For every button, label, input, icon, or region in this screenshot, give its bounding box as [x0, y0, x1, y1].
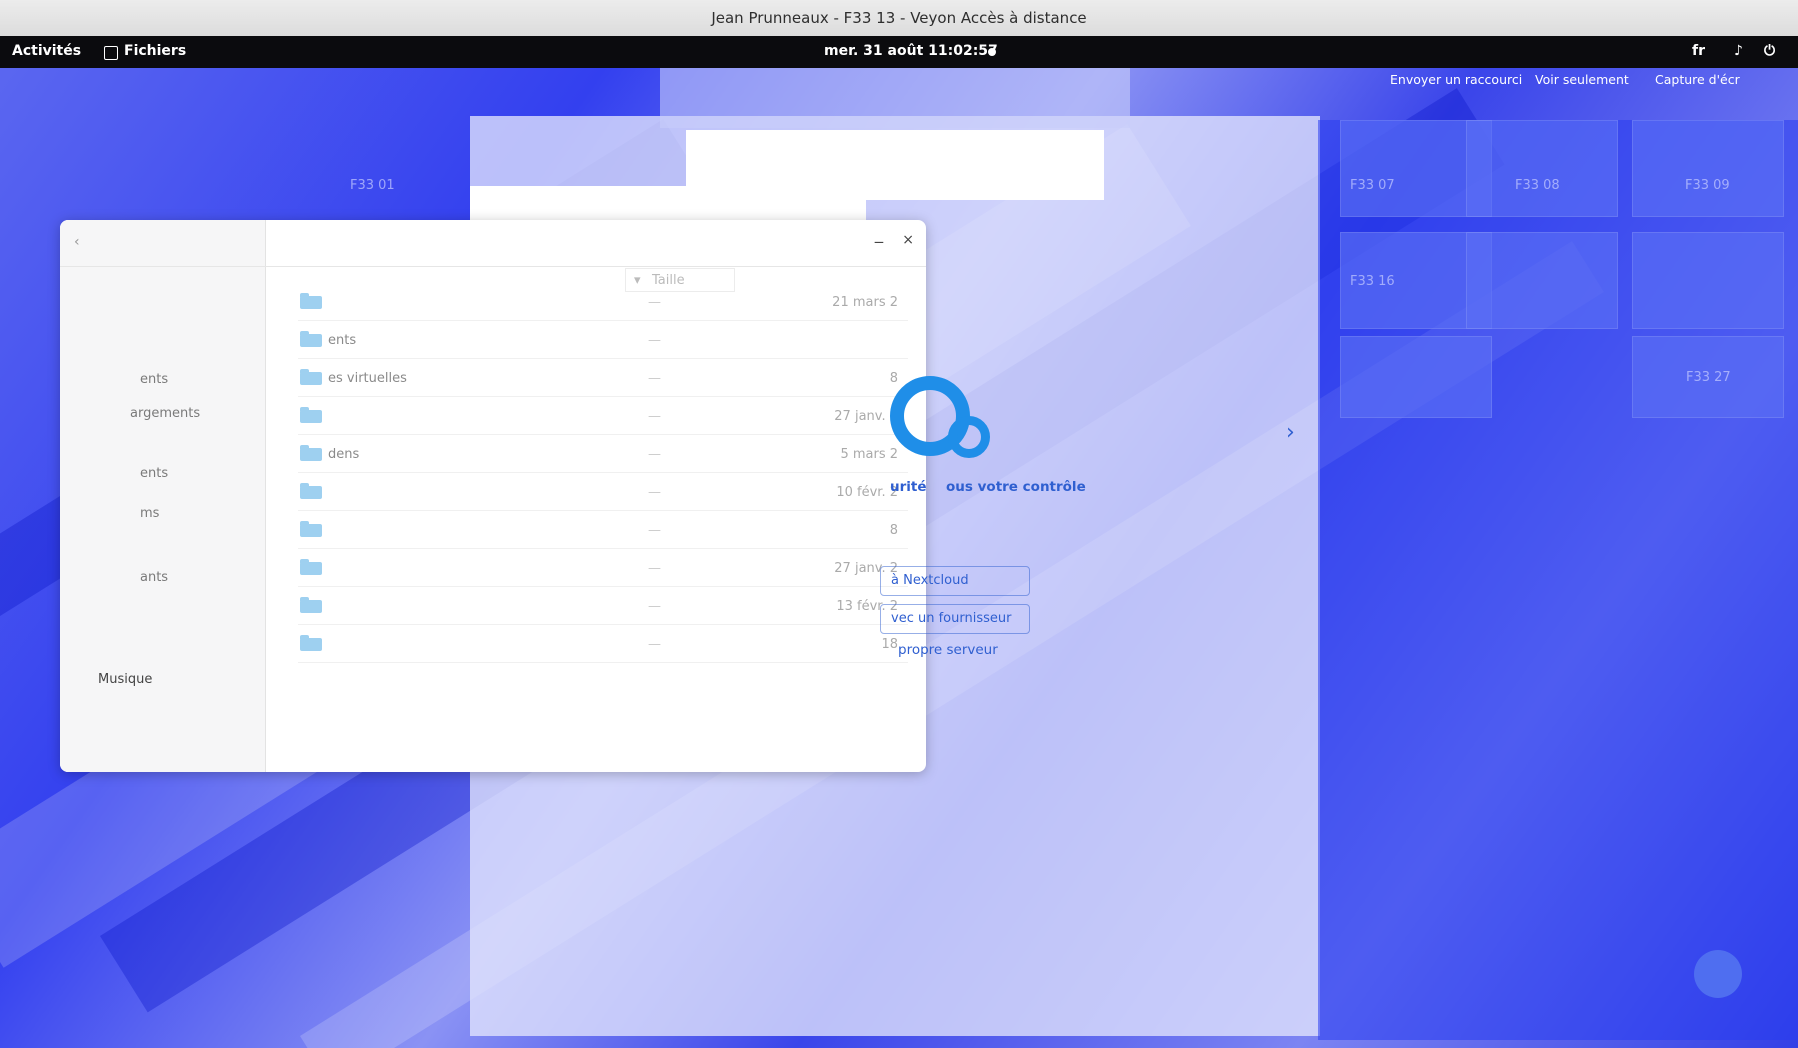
file-row[interactable]: — 27 janv. 2 [298, 400, 908, 435]
remote-window-header [660, 68, 1130, 128]
file-row[interactable]: ents — [298, 324, 908, 359]
folder-icon [300, 293, 322, 309]
computer-tile[interactable] [1466, 120, 1618, 217]
file-row[interactable]: —8 [298, 514, 908, 549]
nextcloud-tagline: urité [890, 479, 927, 495]
sidebar-item[interactable]: ents [140, 466, 168, 481]
sidebar-item-music[interactable]: Musique [98, 672, 152, 687]
chevron-right-icon[interactable]: › [1286, 420, 1295, 445]
nextcloud-tagline: ous votre contrôle [946, 479, 1086, 495]
folder-icon [300, 597, 322, 613]
folder-icon [300, 445, 322, 461]
file-size: — [648, 295, 661, 310]
menu-icon[interactable]: ‒ [874, 232, 884, 251]
login-nextcloud-button[interactable]: à Nextcloud [880, 566, 1030, 596]
nextcloud-logo-icon [948, 416, 990, 458]
app-menu[interactable]: Fichiers [124, 43, 186, 59]
folder-icon [300, 369, 322, 385]
file-row[interactable]: es virtuelles — 8 [298, 362, 908, 397]
sidebar-item[interactable]: ms [140, 506, 159, 521]
file-size: — [648, 447, 661, 462]
computer-tile[interactable] [1632, 232, 1784, 329]
file-size: — [648, 523, 661, 538]
file-date: 8 [889, 523, 898, 538]
file-name: es virtuelles [328, 371, 407, 386]
keyboard-layout[interactable]: fr [1692, 43, 1705, 59]
computer-tile[interactable] [1632, 120, 1784, 217]
provider-button[interactable]: vec un fournisseur [880, 604, 1030, 634]
file-row[interactable]: — 21 mars 2 [298, 286, 908, 321]
file-row[interactable]: — 10 févr. 2 [298, 476, 908, 511]
file-size: — [648, 371, 661, 386]
gnome-top-bar: Activités Fichiers mer. 31 août 11:02:57… [0, 36, 1798, 68]
fedora-logo-icon [1694, 950, 1742, 998]
folder-icon [300, 635, 322, 651]
file-name: dens [328, 447, 360, 462]
file-date: 5 mars 2 [840, 447, 898, 462]
remote-screen[interactable]: F33 01 F33 07 F33 08 F33 09 F33 16 F33 2… [0, 36, 1798, 1048]
folder-icon [300, 521, 322, 537]
file-row[interactable]: —27 janv. 2 [298, 552, 908, 587]
window-title-bar: Jean Prunneaux - F33 13 - Veyon Accès à … [0, 0, 1798, 37]
computer-label: F33 09 [1685, 178, 1730, 193]
send-shortcut-button[interactable]: Envoyer un raccourci [1390, 72, 1522, 87]
files-app-icon [104, 46, 118, 60]
file-row[interactable]: — 18 [298, 628, 908, 663]
own-server-link[interactable]: propre serveur [898, 642, 998, 658]
sidebar-item[interactable]: argements [130, 406, 200, 421]
power-icon[interactable]: ⏻ [1764, 43, 1775, 59]
file-date: 10 févr. 2 [836, 485, 898, 500]
folder-icon [300, 331, 322, 347]
computer-tile[interactable] [1340, 336, 1492, 418]
folder-icon [300, 407, 322, 423]
file-size: — [648, 333, 661, 348]
computer-label: F33 16 [1350, 274, 1395, 289]
file-date: 27 janv. 2 [834, 409, 898, 424]
file-size: — [648, 485, 661, 500]
file-row[interactable]: —13 févr. 2 [298, 590, 908, 625]
files-sidebar: ents argements ents ms ants Musique [60, 220, 266, 772]
file-row[interactable]: dens — 5 mars 2 [298, 438, 908, 473]
folder-icon [300, 559, 322, 575]
window-title: Jean Prunneaux - F33 13 - Veyon Accès à … [711, 9, 1087, 27]
clock[interactable]: mer. 31 août 11:02:57 [824, 43, 998, 59]
file-date: 8 [889, 371, 898, 386]
computer-label: F33 08 [1515, 178, 1560, 193]
screenshot-button[interactable]: Capture d'écr [1655, 72, 1740, 87]
file-size: — [648, 599, 661, 614]
sidebar-item[interactable]: ents [140, 372, 168, 387]
computer-label: F33 27 [1686, 370, 1731, 385]
computer-label: F33 07 [1350, 178, 1395, 193]
file-size: — [648, 409, 661, 424]
file-size: — [648, 637, 661, 652]
file-name: ents [328, 333, 357, 348]
computer-tile[interactable] [1466, 232, 1618, 329]
computer-label: F33 01 [350, 178, 395, 193]
file-size: — [648, 561, 661, 576]
activities-button[interactable]: Activités [12, 43, 81, 59]
folder-icon [300, 483, 322, 499]
back-icon[interactable]: ‹ [74, 234, 80, 250]
sidebar-item[interactable]: ants [140, 570, 168, 585]
file-date: 21 mars 2 [832, 295, 898, 310]
notification-dot-icon [988, 48, 996, 56]
view-only-button[interactable]: Voir seulement [1535, 72, 1629, 87]
files-window[interactable]: ents argements ents ms ants Musique ‹ ‒ … [60, 220, 926, 772]
volume-icon[interactable]: ♪ [1734, 43, 1743, 59]
close-icon[interactable]: × [902, 232, 914, 248]
file-date: 18 [881, 637, 898, 652]
files-header: ‹ ‒ × [60, 220, 926, 267]
